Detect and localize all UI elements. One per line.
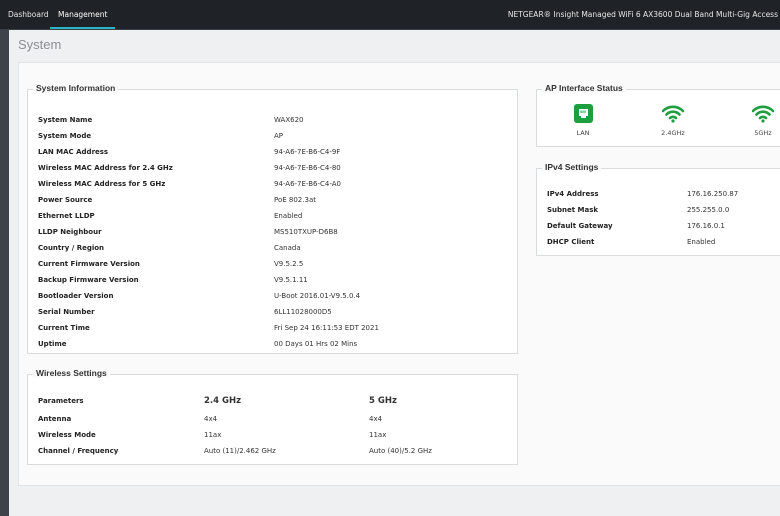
interface-label: LAN	[576, 129, 590, 137]
table-row: Subnet Mask 255.255.0.0	[537, 202, 780, 218]
tab-dashboard[interactable]: Dashboard	[0, 0, 57, 29]
row-value: MS510TXUP-D6B8	[274, 228, 338, 236]
wireless-header-row: Parameters 2.4 GHz 5 GHz	[28, 393, 517, 409]
row-value: 6LL11028000D5	[274, 308, 332, 316]
table-row: System Name WAX620	[28, 112, 517, 128]
row-value: 176.16.0.1	[687, 222, 725, 230]
row-label: Subnet Mask	[547, 206, 599, 214]
table-row: Uptime 00 Days 01 Hrs 02 Mins	[28, 336, 517, 352]
row-value: 00 Days 01 Hrs 02 Mins	[274, 340, 358, 348]
table-row: Wireless MAC Address for 2.4 GHz 94-A6-7E…	[28, 160, 517, 176]
row-label: Uptime	[38, 340, 67, 348]
row-value: V9.5.1.11	[274, 276, 308, 284]
table-row: Default Gateway 176.16.0.1	[537, 218, 780, 234]
interface-5ghz: 5GHz	[743, 104, 780, 137]
table-row: Channel / Frequency Auto (11)/2.462 GHz Au…	[28, 443, 517, 459]
row-label: Wireless MAC Address for 2.4 GHz	[38, 164, 173, 172]
main-panel: System Information System Name WAX620 Syst…	[18, 62, 780, 486]
top-nav-bar: Dashboard Management NETGEAR® Insight Ma…	[0, 0, 780, 30]
table-row: LLDP Neighbour MS510TXUP-D6B8	[28, 224, 517, 240]
product-name: NETGEAR® Insight Managed WiFi 6 AX3600 D…	[507, 10, 778, 19]
left-sidebar-strip	[0, 30, 9, 516]
row-label: Power Source	[38, 196, 93, 204]
ipv4-settings-section: IPv4 Settings IPv4 Address 176.16.250.87 S…	[536, 162, 780, 256]
section-legend: AP Interface Status	[542, 83, 626, 93]
wifi-icon	[751, 105, 775, 123]
table-row: Country / Region Canada	[28, 240, 517, 256]
ap-interface-status-section: AP Interface Status LAN 2.4GHz 5GHz	[536, 83, 780, 147]
row-value: U-Boot 2016.01-V9.5.0.4	[274, 292, 361, 300]
row-label: IPv4 Address	[547, 190, 599, 198]
row-value: 94-A6-7E-B6-C4-9F	[274, 148, 341, 156]
row-label: LLDP Neighbour	[38, 228, 102, 236]
row-value: Fri Sep 24 16:11:53 EDT 2021	[274, 324, 379, 332]
table-row: Serial Number 6LL11028000D5	[28, 304, 517, 320]
interface-lan: LAN	[563, 104, 603, 137]
table-row: Backup Firmware Version V9.5.1.11	[28, 272, 517, 288]
system-information-section: System Information System Name WAX620 Syst…	[27, 83, 518, 354]
row-label: Current Time	[38, 324, 90, 332]
table-row: System Mode AP	[28, 128, 517, 144]
section-legend: IPv4 Settings	[542, 162, 602, 172]
row-value: 4x4	[204, 415, 218, 423]
section-legend: System Information	[33, 83, 119, 93]
row-label: Antenna	[38, 415, 72, 423]
table-row: Antenna 4x4 4x4	[28, 411, 517, 427]
table-row: Current Time Fri Sep 24 16:11:53 EDT 2021	[28, 320, 517, 336]
band-24-header: 2.4 GHz	[204, 396, 242, 406]
row-label: Default Gateway	[547, 222, 613, 230]
table-row: Bootloader Version U-Boot 2016.01-V9.5.0.…	[28, 288, 517, 304]
interface-label: 5GHz	[754, 129, 772, 137]
row-value: Enabled	[274, 212, 303, 220]
table-row: DHCP Client Enabled	[537, 234, 780, 250]
row-label: Current Firmware Version	[38, 260, 140, 268]
parameters-header: Parameters	[38, 397, 84, 405]
row-value: Enabled	[687, 238, 716, 246]
row-value: PoE 802.3at	[274, 196, 316, 204]
table-row: IPv4 Address 176.16.250.87	[537, 186, 780, 202]
interface-2-4ghz: 2.4GHz	[653, 104, 693, 137]
section-legend: Wireless Settings	[33, 368, 110, 378]
table-row: Power Source PoE 802.3at	[28, 192, 517, 208]
row-value: 255.255.0.0	[687, 206, 730, 214]
row-value: WAX620	[274, 116, 304, 124]
row-value: Auto (11)/2.462 GHz	[204, 447, 276, 455]
row-label: Ethernet LLDP	[38, 212, 95, 220]
row-label: Wireless MAC Address for 5 GHz	[38, 180, 166, 188]
row-label: System Mode	[38, 132, 92, 140]
row-value: 176.16.250.87	[687, 190, 739, 198]
band-5-header: 5 GHz	[369, 396, 397, 406]
row-label: Channel / Frequency	[38, 447, 119, 455]
row-value: V9.5.2.5	[274, 260, 304, 268]
row-value: 4x4	[369, 415, 383, 423]
interface-label: 2.4GHz	[661, 129, 685, 137]
tab-management[interactable]: Management	[50, 0, 116, 29]
row-label: Wireless Mode	[38, 431, 96, 439]
row-label: Country / Region	[38, 244, 105, 252]
row-label: Bootloader Version	[38, 292, 114, 300]
row-value: 94-A6-7E-B6-C4-80	[274, 164, 341, 172]
page-title: System	[18, 37, 62, 52]
table-row: Wireless Mode 11ax 11ax	[28, 427, 517, 443]
row-value: AP	[274, 132, 284, 140]
wifi-icon	[661, 105, 685, 123]
table-row: Current Firmware Version V9.5.2.5	[28, 256, 517, 272]
row-label: DHCP Client	[547, 238, 595, 246]
row-value: 11ax	[369, 431, 387, 439]
row-value: 11ax	[204, 431, 222, 439]
row-label: System Name	[38, 116, 93, 124]
table-row: Ethernet LLDP Enabled	[28, 208, 517, 224]
row-label: LAN MAC Address	[38, 148, 109, 156]
wireless-settings-section: Wireless Settings Parameters 2.4 GHz 5 G…	[27, 368, 518, 465]
row-value: Canada	[274, 244, 301, 252]
row-value: 94-A6-7E-B6-C4-A0	[274, 180, 341, 188]
row-label: Backup Firmware Version	[38, 276, 139, 284]
lan-port-icon	[573, 104, 593, 123]
table-row: Wireless MAC Address for 5 GHz 94-A6-7E-B…	[28, 176, 517, 192]
row-label: Serial Number	[38, 308, 95, 316]
row-value: Auto (40)/5.2 GHz	[369, 447, 432, 455]
table-row: LAN MAC Address 94-A6-7E-B6-C4-9F	[28, 144, 517, 160]
